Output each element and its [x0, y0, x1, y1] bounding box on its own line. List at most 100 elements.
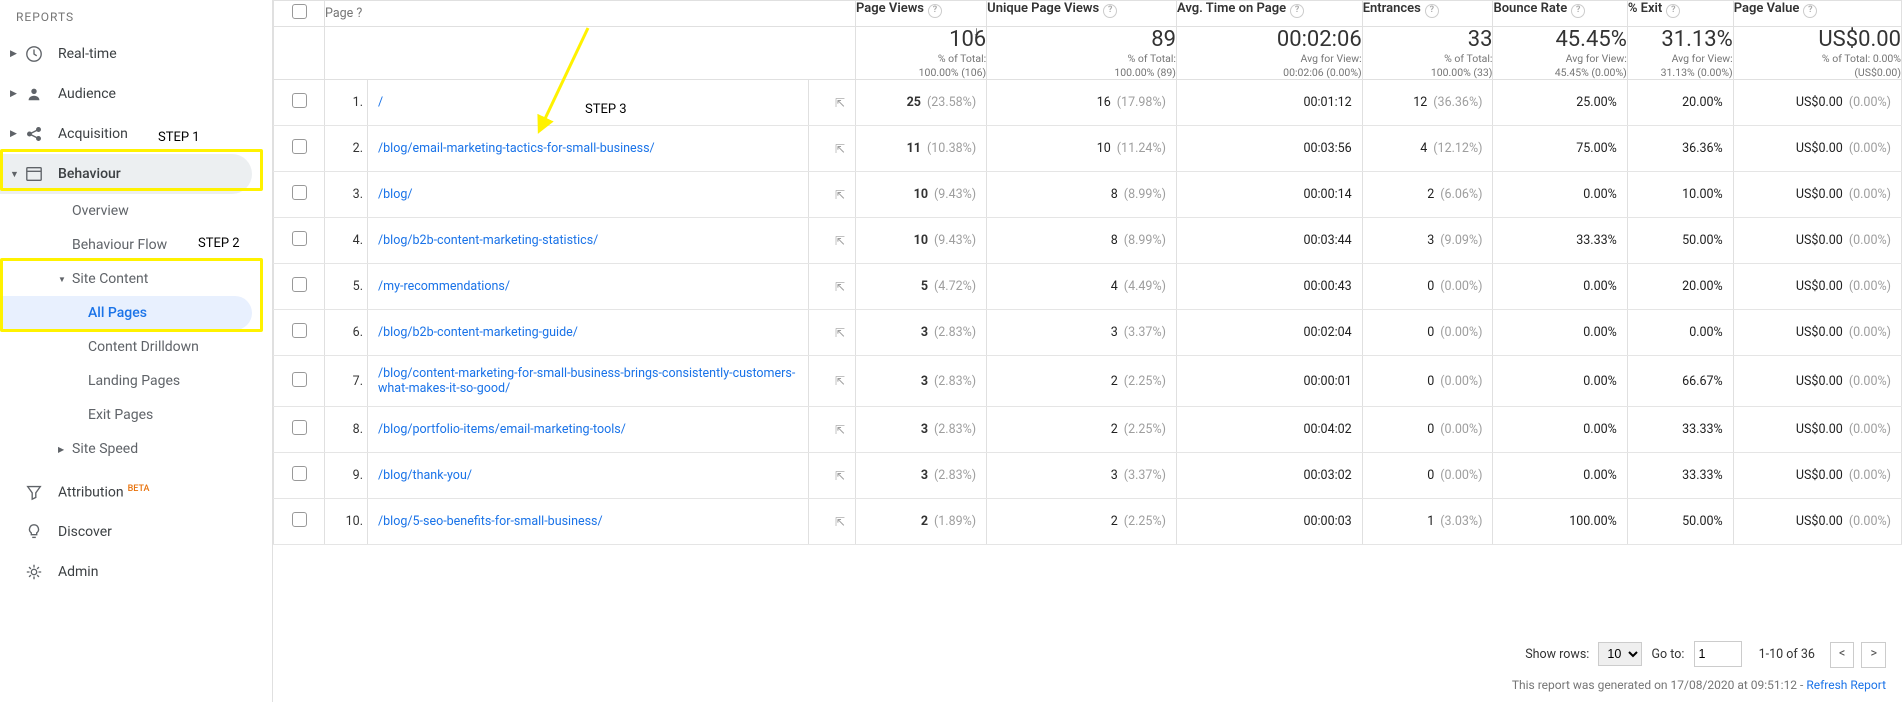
- page-link[interactable]: /blog/content-marketing-for-small-busine…: [378, 366, 795, 396]
- page-link[interactable]: /blog/b2b-content-marketing-guide/: [378, 325, 578, 340]
- column-header-unique[interactable]: Unique Page Views?: [987, 1, 1177, 27]
- summary-empty: [274, 27, 325, 80]
- nav-admin[interactable]: Admin: [0, 552, 272, 592]
- row-checkbox[interactable]: [292, 185, 307, 200]
- row-checkbox[interactable]: [292, 323, 307, 338]
- popout-icon[interactable]: ⇱: [835, 234, 845, 248]
- nav-label: Real-time: [58, 46, 264, 62]
- nav-label: Behaviour: [58, 166, 244, 182]
- column-header-avgtime[interactable]: Avg. Time on Page?: [1176, 1, 1362, 27]
- column-label: Page: [325, 6, 353, 21]
- row-popout-cell: ⇱: [809, 499, 856, 545]
- nav-audience[interactable]: ▶ Audience: [0, 74, 272, 114]
- page-link[interactable]: /blog/portfolio-items/email-marketing-to…: [378, 422, 626, 437]
- cell-unique: 2(2.25%): [987, 499, 1177, 545]
- caret-right-icon: ▶: [10, 49, 18, 59]
- table-row: 6./blog/b2b-content-marketing-guide/⇱3(2…: [274, 310, 1902, 356]
- popout-icon[interactable]: ⇱: [835, 469, 845, 483]
- cell-exit: 10.00%: [1627, 172, 1733, 218]
- row-checkbox[interactable]: [292, 277, 307, 292]
- goto-input[interactable]: [1694, 641, 1742, 667]
- help-icon[interactable]: ?: [1425, 4, 1439, 18]
- row-checkbox-cell: [274, 126, 325, 172]
- header-checkbox-cell: [274, 1, 325, 27]
- subnav-site-content[interactable]: ▼ Site Content: [0, 262, 252, 296]
- cell-unique: 8(8.99%): [987, 218, 1177, 264]
- help-icon[interactable]: ?: [1103, 4, 1117, 18]
- popout-icon[interactable]: ⇱: [835, 326, 845, 340]
- column-header-pageviews[interactable]: Page Views? ↓: [856, 1, 987, 27]
- cell-avgtime: 00:04:02: [1176, 407, 1362, 453]
- row-checkbox-cell: [274, 80, 325, 126]
- cell-pageviews: 3(2.83%): [856, 453, 987, 499]
- cell-value: US$0.00(0.00%): [1733, 310, 1901, 356]
- popout-icon[interactable]: ⇱: [835, 96, 845, 110]
- row-checkbox-cell: [274, 356, 325, 407]
- subnav-content-drilldown[interactable]: Content Drilldown: [0, 330, 252, 364]
- select-all-checkbox[interactable]: [292, 4, 307, 19]
- page-link[interactable]: /blog/thank-you/: [378, 468, 472, 483]
- subnav-site-speed[interactable]: ▶ Site Speed: [0, 432, 252, 466]
- summary-bounce: 45.45% Avg for View: 45.45% (0.00%): [1493, 27, 1627, 80]
- row-popout-cell: ⇱: [809, 407, 856, 453]
- row-checkbox[interactable]: [292, 93, 307, 108]
- cell-pageviews: 2(1.89%): [856, 499, 987, 545]
- help-icon[interactable]: ?: [356, 6, 362, 21]
- subnav-overview[interactable]: Overview: [0, 194, 252, 228]
- page-link[interactable]: /blog/email-marketing-tactics-for-small-…: [378, 141, 655, 156]
- column-header-entrances[interactable]: Entrances?: [1362, 1, 1493, 27]
- help-icon[interactable]: ?: [1290, 4, 1304, 18]
- row-popout-cell: ⇱: [809, 310, 856, 356]
- subnav-landing-pages[interactable]: Landing Pages: [0, 364, 252, 398]
- page-link[interactable]: /blog/b2b-content-marketing-statistics/: [378, 233, 598, 248]
- cell-value: US$0.00(0.00%): [1733, 264, 1901, 310]
- row-checkbox[interactable]: [292, 512, 307, 527]
- popout-icon[interactable]: ⇱: [835, 423, 845, 437]
- cell-value: US$0.00(0.00%): [1733, 407, 1901, 453]
- page-link[interactable]: /my-recommendations/: [378, 279, 510, 294]
- column-header-bounce[interactable]: Bounce Rate?: [1493, 1, 1627, 27]
- cell-value: US$0.00(0.00%): [1733, 499, 1901, 545]
- page-link[interactable]: /: [378, 95, 383, 110]
- nav-discover[interactable]: Discover: [0, 512, 272, 552]
- nav-behaviour[interactable]: ▼ Behaviour: [0, 154, 252, 194]
- help-icon[interactable]: ?: [1666, 4, 1680, 18]
- prev-page-button[interactable]: <: [1830, 642, 1854, 668]
- popout-icon[interactable]: ⇱: [835, 188, 845, 202]
- column-header-value[interactable]: Page Value?: [1733, 1, 1901, 27]
- popout-icon[interactable]: ⇱: [835, 280, 845, 294]
- table-row: 1./⇱25(23.58%)16(17.98%)00:01:1212(36.36…: [274, 80, 1902, 126]
- refresh-report-link[interactable]: Refresh Report: [1806, 678, 1886, 692]
- table-row: 7./blog/content-marketing-for-small-busi…: [274, 356, 1902, 407]
- help-icon[interactable]: ?: [1803, 4, 1817, 18]
- row-checkbox[interactable]: [292, 466, 307, 481]
- caret-right-icon: ▶: [10, 129, 18, 139]
- row-checkbox-cell: [274, 499, 325, 545]
- help-icon[interactable]: ?: [928, 4, 942, 18]
- column-header-exit[interactable]: % Exit?: [1627, 1, 1733, 27]
- popout-icon[interactable]: ⇱: [835, 374, 845, 388]
- cell-pageviews: 10(9.43%): [856, 172, 987, 218]
- row-checkbox[interactable]: [292, 139, 307, 154]
- popout-icon[interactable]: ⇱: [835, 142, 845, 156]
- subnav-behaviour-flow[interactable]: Behaviour Flow: [0, 228, 252, 262]
- page-link[interactable]: /blog/: [378, 187, 413, 202]
- column-header-page[interactable]: Page ?: [325, 1, 856, 27]
- subnav-exit-pages[interactable]: Exit Pages: [0, 398, 252, 432]
- cell-avgtime: 00:03:44: [1176, 218, 1362, 264]
- row-checkbox[interactable]: [292, 372, 307, 387]
- nav-realtime[interactable]: ▶ Real-time: [0, 34, 272, 74]
- summary-value: US$0.00 % of Total: 0.00% (US$0.00): [1733, 27, 1901, 80]
- show-rows-select[interactable]: 10: [1598, 642, 1642, 666]
- page-link[interactable]: /blog/5-seo-benefits-for-small-business/: [378, 514, 603, 529]
- nav-acquisition[interactable]: ▶ Acquisition: [0, 114, 272, 154]
- help-icon[interactable]: ?: [1571, 4, 1585, 18]
- row-checkbox[interactable]: [292, 420, 307, 435]
- nav-attribution[interactable]: AttributionBETA: [0, 472, 272, 512]
- row-checkbox[interactable]: [292, 231, 307, 246]
- popout-icon[interactable]: ⇱: [835, 515, 845, 529]
- subnav-all-pages[interactable]: All Pages: [0, 296, 252, 330]
- subnav-label: Behaviour Flow: [72, 237, 167, 253]
- next-page-button[interactable]: >: [1861, 642, 1886, 668]
- cell-avgtime: 00:03:02: [1176, 453, 1362, 499]
